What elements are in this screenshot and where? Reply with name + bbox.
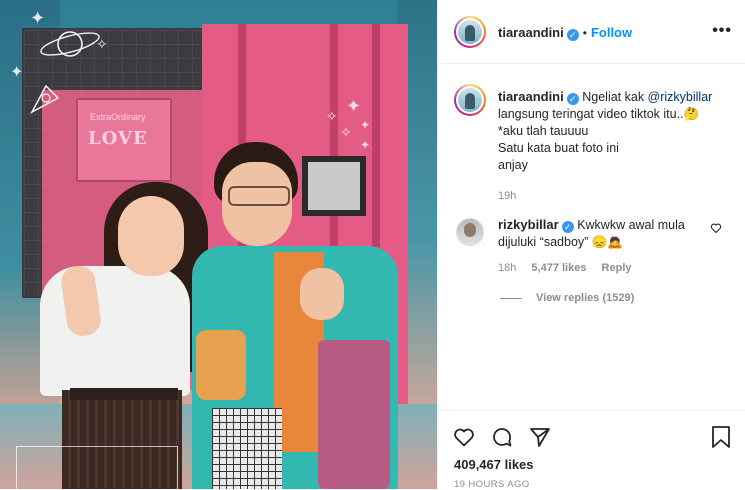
- view-replies-row[interactable]: View replies (1529): [500, 292, 634, 304]
- photo-tree-picture: [308, 162, 360, 210]
- caption-line: *aku tlah tauuuu: [498, 124, 589, 138]
- star-doodle-icon: ✧: [326, 108, 338, 124]
- author-avatar[interactable]: [454, 16, 486, 48]
- caption-text: langsung teringat video tiktok itu..🤔: [498, 107, 700, 121]
- comment-reply-button[interactable]: Reply: [602, 262, 632, 274]
- comment-icon[interactable]: [490, 425, 514, 449]
- comment-like-heart-icon[interactable]: [710, 222, 722, 234]
- comment-timestamp: 18h: [498, 262, 517, 274]
- caption-line: anjay: [498, 158, 528, 172]
- star-doodle-icon: ✦: [360, 138, 371, 152]
- caption-username[interactable]: tiaraandini: [498, 89, 564, 104]
- star-doodle-icon: ✦: [346, 96, 362, 116]
- star-doodle-icon: ✦: [10, 64, 24, 81]
- follow-button[interactable]: Follow: [591, 25, 632, 40]
- photo-person-boy-sleeve: [196, 330, 246, 400]
- comment-likes-count[interactable]: 5,477 likes: [531, 262, 586, 274]
- caption-line: Satu kata buat foto ini: [498, 141, 619, 155]
- photo-person-boy-plaid-patch: [212, 408, 282, 489]
- comment: rizkybillar ✓ Kwkwkw awal mula dijuluki “…: [498, 216, 698, 251]
- view-replies-line: [500, 297, 522, 299]
- photo-person-boy-hand: [300, 268, 344, 320]
- photo-person-boy-glasses: [228, 186, 290, 206]
- post-likes-count[interactable]: 409,467 likes: [454, 457, 534, 472]
- photo-person-boy-patch: [318, 340, 390, 489]
- header-user-row: tiaraandini ✓ • Follow: [498, 24, 632, 42]
- post-actions-bar: 409,467 likes 19 HOURS AGO: [438, 410, 745, 490]
- post-caption: tiaraandini ✓ Ngeliat kak @rizkybillar la…: [498, 88, 728, 205]
- rocket-doodle-icon: [30, 84, 60, 114]
- photo-person-girl-belt: [70, 388, 178, 400]
- verified-icon: ✓: [561, 221, 574, 233]
- photo-sign-big-text: LOVE: [88, 128, 148, 149]
- star-doodle-icon: ✦: [360, 118, 371, 132]
- comment-username[interactable]: rizkybillar: [498, 217, 559, 232]
- separator-dot: •: [582, 26, 587, 40]
- heart-icon[interactable]: [452, 425, 476, 449]
- photo-person-girl-face: [118, 196, 184, 276]
- post-header: tiaraandini ✓ • Follow •••: [438, 0, 745, 64]
- post-side-panel: tiaraandini ✓ • Follow ••• tiaraandini ✓ Nge…: [437, 0, 745, 490]
- share-icon[interactable]: [528, 425, 552, 449]
- caption-mention-link[interactable]: @rizkybillar: [648, 90, 713, 104]
- verified-icon: ✓: [566, 93, 579, 105]
- post-time-ago: 19 HOURS AGO: [454, 479, 530, 490]
- verified-icon: ✓: [566, 29, 579, 41]
- author-username[interactable]: tiaraandini: [498, 25, 564, 40]
- photo-sign-small-text: ExtraOrdinary: [90, 112, 146, 122]
- commenter-avatar[interactable]: [456, 218, 484, 246]
- bookmark-icon[interactable]: [710, 425, 732, 449]
- caption-timestamp: 19h: [498, 190, 517, 202]
- photo-deco-frame: [16, 446, 178, 489]
- post-photo[interactable]: ExtraOrdinary LOVE ✦ ✧ ✦ ✦ ✧ ✦ ✧ ✦: [0, 0, 437, 489]
- more-options-icon[interactable]: •••: [712, 22, 732, 40]
- caption-author-avatar[interactable]: [454, 84, 486, 116]
- view-replies-button[interactable]: View replies (1529): [536, 292, 634, 304]
- comment-meta-row: 18h 5,477 likes Reply: [498, 262, 632, 274]
- star-doodle-icon: ✧: [96, 36, 108, 52]
- star-doodle-icon: ✦: [30, 8, 46, 28]
- star-doodle-icon: ✧: [340, 124, 352, 140]
- caption-text: Ngeliat kak: [582, 90, 648, 104]
